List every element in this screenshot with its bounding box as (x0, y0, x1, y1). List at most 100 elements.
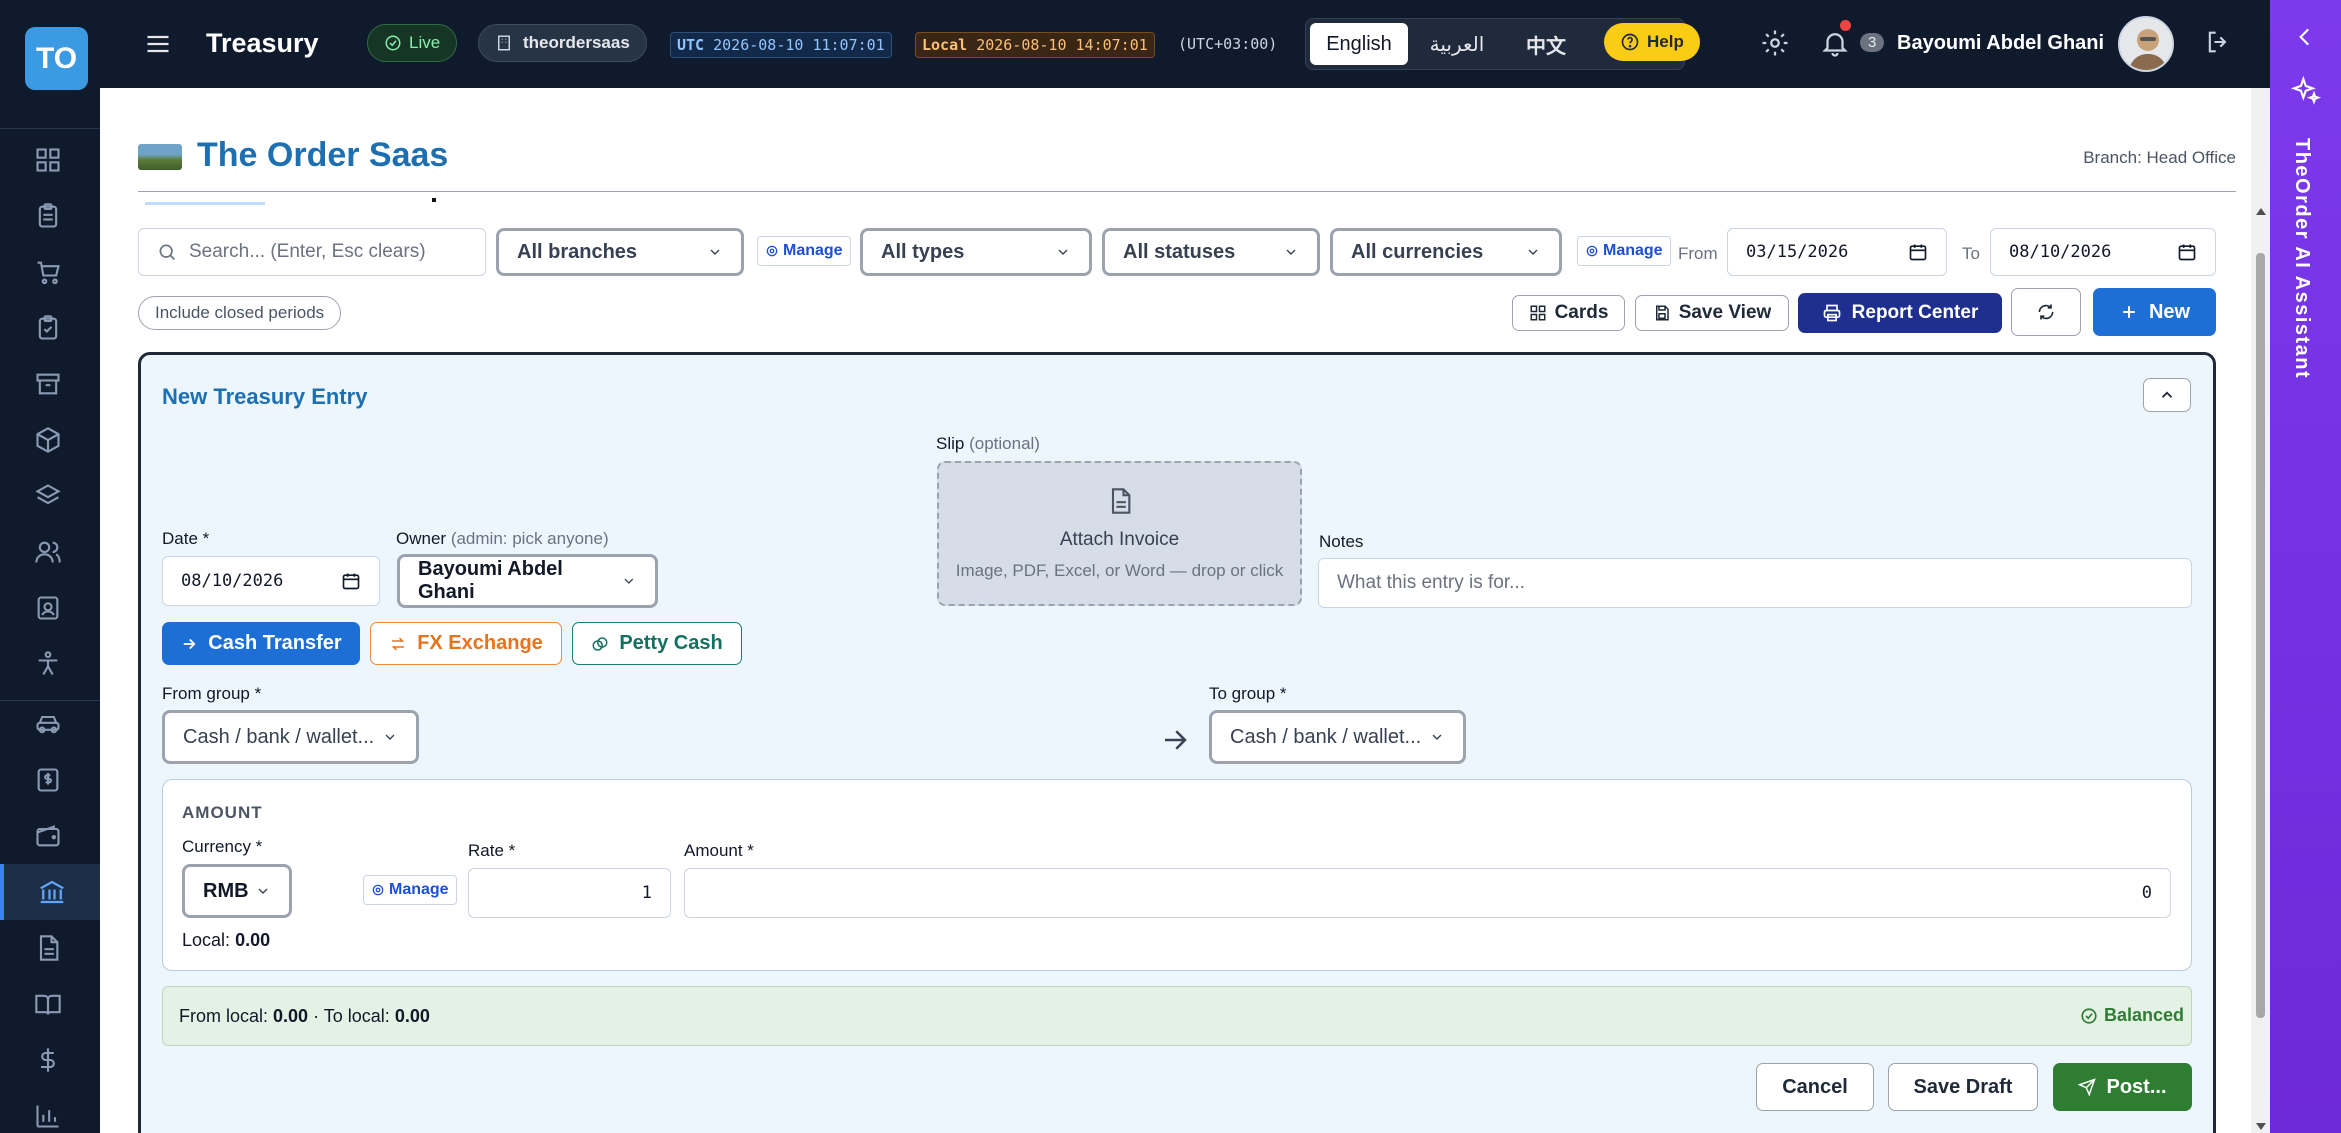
from-local-value: 0.00 (273, 1006, 309, 1026)
tenant-badge[interactable]: theordersaas (478, 24, 647, 62)
timezone-offset: (UTC+03:00) (1178, 35, 1278, 53)
tab-underline (145, 202, 265, 205)
accessibility-icon[interactable] (30, 646, 66, 682)
scrollbar-track[interactable] (2251, 88, 2270, 1133)
chevron-down-icon (258, 888, 268, 894)
post-button[interactable]: Post... (2053, 1063, 2192, 1111)
archive-icon[interactable] (30, 366, 66, 402)
calendar-icon (2178, 244, 2196, 261)
calendar-icon (342, 573, 360, 590)
save-draft-button[interactable]: Save Draft (1888, 1063, 2038, 1111)
new-label: New (2148, 300, 2191, 323)
local-time: 2026-08-10 14:07:01 (976, 36, 1148, 54)
fx-exchange-button[interactable]: FX Exchange (370, 622, 562, 665)
refresh-button[interactable] (2011, 288, 2081, 336)
chevron-left-icon[interactable] (2292, 24, 2318, 50)
attach-hint: Image, PDF, Excel, or Word — drop or cli… (955, 560, 1284, 580)
layers-icon[interactable] (30, 478, 66, 514)
cancel-button[interactable]: Cancel (1756, 1063, 1874, 1111)
rate-value: 1 (641, 883, 652, 903)
book-icon[interactable] (30, 986, 66, 1022)
report-center-label: Report Center (1851, 302, 1979, 323)
manage-branches-button[interactable]: Manage (757, 236, 851, 266)
menu-icon[interactable] (144, 30, 172, 58)
search-input[interactable]: Search... (Enter, Esc clears) (138, 228, 486, 276)
currency-select[interactable]: RMB (182, 864, 292, 918)
sidebar: TO (0, 0, 100, 1133)
to-group-select[interactable]: Cash / bank / wallet... (1209, 710, 1466, 764)
amount-label: Amount * (684, 841, 754, 860)
arrow-right-icon (184, 638, 196, 649)
cash-transfer-button[interactable]: Cash Transfer (162, 622, 360, 665)
from-group-label: From group * (162, 684, 262, 703)
check-circle-icon (385, 35, 401, 51)
from-group-value: Cash / bank / wallet... (183, 725, 375, 748)
user-name[interactable]: Bayoumi Abdel Ghani (1897, 32, 2104, 55)
include-closed-periods-toggle[interactable]: Include closed periods (138, 296, 342, 330)
document-icon[interactable] (30, 930, 66, 966)
balanced-status: Balanced (2080, 1005, 2184, 1026)
owner-select[interactable]: Bayoumi Abdel Ghani (397, 554, 658, 608)
scroll-up-arrow[interactable] (2256, 208, 2266, 215)
types-select[interactable]: All types (860, 228, 1092, 276)
clipboard-check-icon[interactable] (30, 310, 66, 346)
utc-time: 2026-08-10 11:07:01 (713, 36, 885, 54)
chevron-down-icon (710, 249, 720, 255)
app-logo[interactable]: TO (25, 27, 88, 90)
wallet-icon[interactable] (30, 818, 66, 854)
lang-english[interactable]: English (1310, 23, 1408, 65)
branches-value: All branches (517, 240, 638, 263)
report-center-button[interactable]: Report Center (1798, 293, 2002, 333)
cards-button[interactable]: Cards (1512, 295, 1625, 331)
invoice-dollar-icon[interactable] (30, 762, 66, 798)
chevron-down-icon (1528, 249, 1538, 255)
lang-chinese[interactable]: 中文 (1506, 23, 1586, 65)
scrollbar-thumb[interactable] (2256, 253, 2265, 1018)
new-button[interactable]: New (2093, 288, 2216, 336)
slip-label-text: Slip (936, 434, 965, 453)
id-badge-icon[interactable] (30, 590, 66, 626)
manage-currencies-button[interactable]: Manage (1577, 236, 1671, 266)
currencies-select[interactable]: All currencies (1330, 228, 1562, 276)
save-view-button[interactable]: Save View (1635, 295, 1789, 331)
statuses-select[interactable]: All statuses (1102, 228, 1320, 276)
manage-currency-button[interactable]: Manage (363, 875, 457, 905)
clipboard-icon[interactable] (30, 198, 66, 234)
rate-input[interactable]: 1 (468, 868, 671, 918)
help-button[interactable]: Help (1604, 23, 1700, 61)
search-icon (159, 244, 176, 261)
arrow-right-icon (1160, 725, 1190, 755)
notes-input[interactable]: What this entry is for... (1318, 558, 2192, 608)
car-icon[interactable] (30, 706, 66, 742)
lang-arabic[interactable]: العربية (1412, 23, 1502, 65)
notification-dot (1840, 20, 1851, 31)
scroll-down-arrow[interactable] (2256, 1123, 2266, 1130)
balance-bar (162, 986, 2192, 1046)
to-date-input[interactable]: 08/10/2026 (1990, 228, 2216, 276)
from-date-input[interactable]: 03/15/2026 (1727, 228, 1947, 276)
avatar[interactable] (2118, 16, 2174, 72)
treasury-bank-icon[interactable] (0, 864, 100, 920)
collapse-button[interactable] (2143, 378, 2191, 412)
box-icon[interactable] (30, 422, 66, 458)
to-local-value: 0.00 (394, 1006, 430, 1026)
attach-invoice-dropzone[interactable]: Attach Invoice Image, PDF, Excel, or Wor… (937, 461, 1302, 606)
logout-icon[interactable] (2204, 28, 2232, 56)
petty-cash-button[interactable]: Petty Cash (572, 622, 742, 665)
date-input[interactable]: 08/10/2026 (162, 556, 380, 606)
amount-input[interactable]: 0 (684, 868, 2171, 918)
branches-select[interactable]: All branches (496, 228, 744, 276)
statuses-value: All statuses (1123, 240, 1236, 263)
bell-icon[interactable] (1820, 20, 1851, 58)
currency-label: Currency * (182, 837, 263, 856)
bar-chart-icon[interactable] (30, 1098, 66, 1133)
from-group-select[interactable]: Cash / bank / wallet... (162, 710, 419, 764)
slip-label: Slip (optional) (936, 434, 1040, 454)
dollar-icon[interactable] (30, 1042, 66, 1078)
users-icon[interactable] (30, 534, 66, 570)
cart-icon[interactable] (30, 254, 66, 290)
gear-icon[interactable] (1760, 28, 1790, 58)
utc-clock: UTC 2026-08-10 11:07:01 (670, 32, 892, 58)
post-label: Post... (2106, 1075, 2167, 1098)
dashboard-icon[interactable] (30, 142, 66, 178)
